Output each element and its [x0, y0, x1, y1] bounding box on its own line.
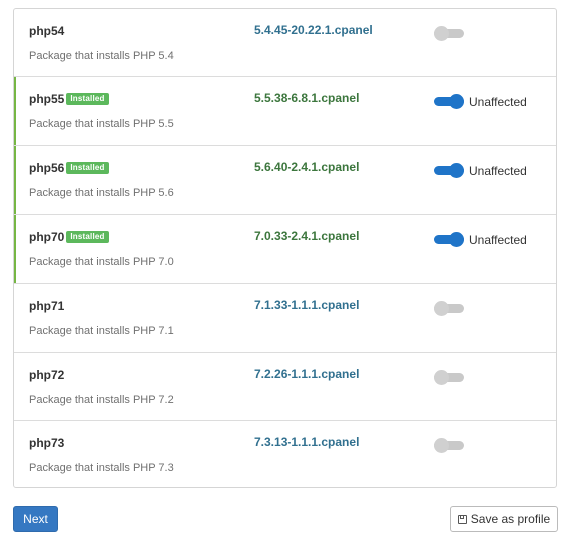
package-name-text: php56 [29, 161, 65, 175]
package-version: 7.1.33-1.1.1.cpanel [254, 298, 360, 312]
package-row-php72: php72 Package that installs PHP 7.2 7.2.26… [14, 353, 556, 421]
package-description: Package that installs PHP 7.0 [29, 256, 174, 268]
toggle-knob [434, 438, 449, 453]
package-toggle-php73[interactable] [434, 438, 464, 453]
package-version: 5.5.38-6.8.1.cpanel [254, 91, 360, 105]
toggle-knob [449, 163, 464, 178]
package-version: 5.4.45-20.22.1.cpanel [254, 23, 373, 37]
package-description: Package that installs PHP 7.1 [29, 325, 174, 337]
floppy-disk-icon [457, 514, 467, 524]
package-version: 5.6.40-2.4.1.cpanel [254, 160, 360, 174]
installed-badge: Installed [66, 162, 109, 174]
package-toggle-php54[interactable] [434, 26, 464, 41]
package-row-php71: php71 Package that installs PHP 7.1 7.1.33… [14, 284, 556, 353]
package-name-text: php55 [29, 92, 65, 106]
toggle-knob [434, 26, 449, 41]
package-row-php56: php56 Installed Package that installs PHP … [14, 146, 556, 215]
package-name: php73 [29, 436, 64, 450]
package-name-text: php73 [29, 436, 65, 450]
toggle-status-label: Unaffected [469, 164, 527, 178]
package-list: php54 Package that installs PHP 5.4 5.4.45… [13, 8, 557, 488]
package-name-text: php71 [29, 299, 65, 313]
installed-badge: Installed [66, 93, 109, 105]
package-name: php72 [29, 368, 64, 382]
package-row-php55: php55 Installed Package that installs PHP … [14, 77, 556, 146]
package-toggle-php56[interactable] [434, 163, 464, 178]
package-row-php70: php70 Installed Package that installs PHP … [14, 215, 556, 284]
package-version: 7.2.26-1.1.1.cpanel [254, 367, 360, 381]
package-toggle-php70[interactable] [434, 232, 464, 247]
installed-badge: Installed [66, 231, 109, 243]
package-description: Package that installs PHP 5.6 [29, 187, 174, 199]
package-row-php73: php73 Package that installs PHP 7.3 7.3.13… [14, 421, 556, 487]
package-toggle-php71[interactable] [434, 301, 464, 316]
package-name: php55 Installed [29, 92, 109, 106]
package-name-text: php70 [29, 230, 65, 244]
package-version: 7.3.13-1.1.1.cpanel [254, 435, 360, 449]
package-description: Package that installs PHP 5.5 [29, 118, 174, 130]
package-version: 7.0.33-2.4.1.cpanel [254, 229, 360, 243]
package-name: php54 [29, 24, 64, 38]
toggle-knob [449, 94, 464, 109]
package-description: Package that installs PHP 5.4 [29, 50, 174, 62]
package-name-text: php72 [29, 368, 65, 382]
save-as-profile-label: Save as profile [470, 512, 551, 526]
package-toggle-php55[interactable] [434, 94, 464, 109]
package-name: php70 Installed [29, 230, 109, 244]
save-as-profile-button[interactable]: Save as profile [450, 506, 558, 532]
package-description: Package that installs PHP 7.2 [29, 394, 174, 406]
next-button[interactable]: Next [13, 506, 58, 532]
toggle-knob [434, 301, 449, 316]
package-description: Package that installs PHP 7.3 [29, 462, 174, 474]
package-name: php56 Installed [29, 161, 109, 175]
package-name-text: php54 [29, 24, 65, 38]
package-name: php71 [29, 299, 64, 313]
package-toggle-php72[interactable] [434, 370, 464, 385]
toggle-status-label: Unaffected [469, 233, 527, 247]
toggle-status-label: Unaffected [469, 95, 527, 109]
toggle-knob [449, 232, 464, 247]
package-row-php54: php54 Package that installs PHP 5.4 5.4.45… [14, 9, 556, 77]
toggle-knob [434, 370, 449, 385]
